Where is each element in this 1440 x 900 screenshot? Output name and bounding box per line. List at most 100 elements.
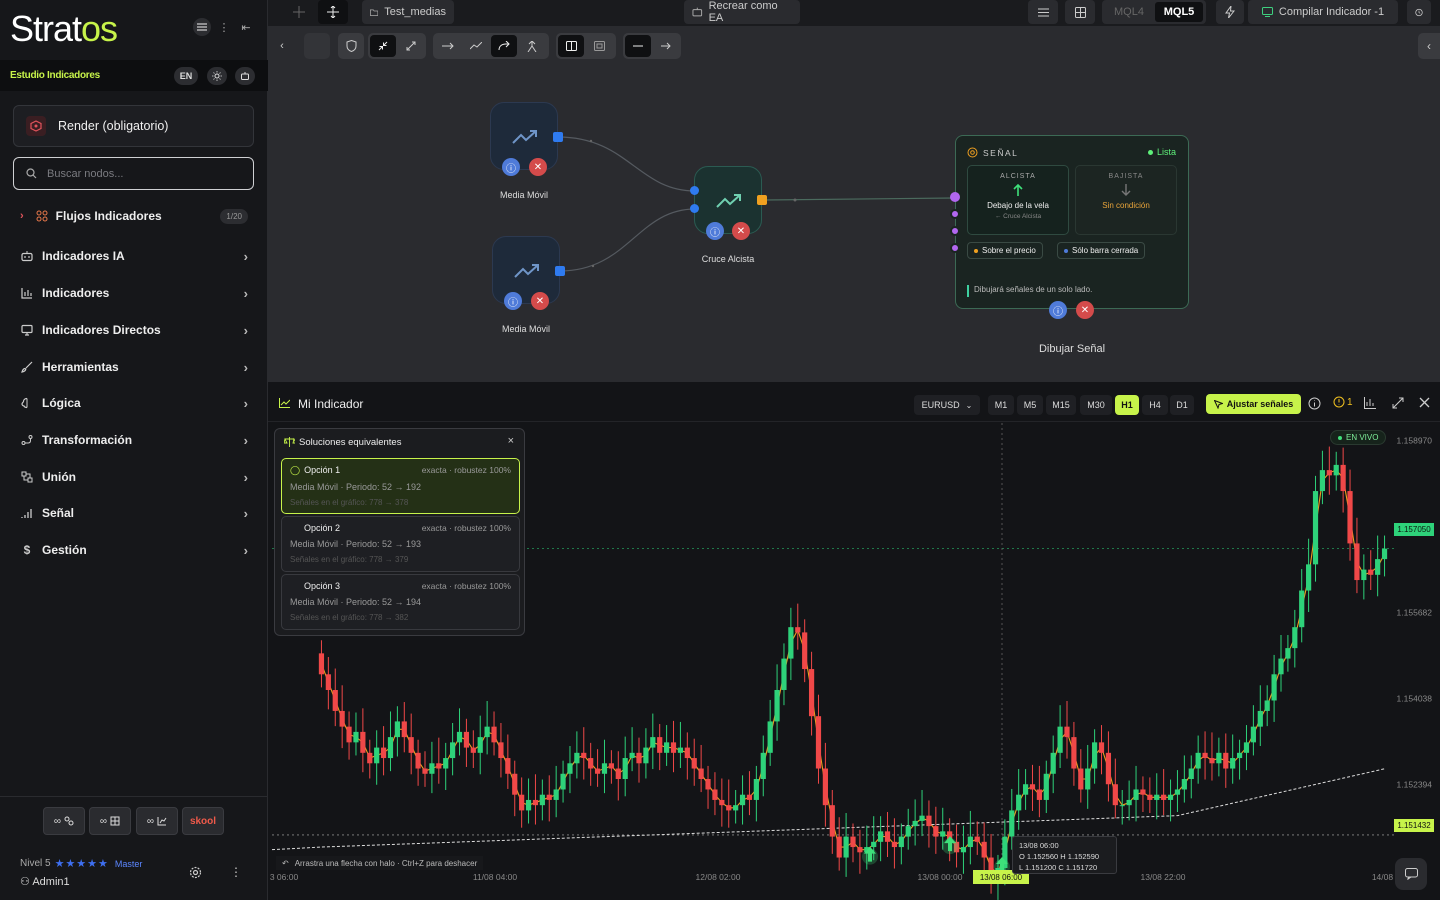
flash-button[interactable]	[1216, 0, 1244, 24]
option-3[interactable]: Opción 3 exacta · robustez 100% Media Móv…	[281, 574, 520, 630]
history-icon	[1415, 8, 1423, 16]
info-icon[interactable]	[1308, 397, 1322, 411]
candle-body	[512, 773, 518, 795]
recreate-ea-button[interactable]: Recrear como EA	[684, 0, 800, 24]
history-button[interactable]	[1407, 0, 1431, 24]
tf-m15[interactable]: M15	[1046, 395, 1076, 415]
candle-body	[664, 742, 670, 753]
indicator-chart-icon[interactable]	[1364, 397, 1376, 409]
search-box[interactable]	[13, 157, 254, 190]
info-icon[interactable]: ⓘ	[502, 158, 520, 176]
more-vertical-icon[interactable]: ⋮	[215, 18, 233, 36]
node-senal[interactable]: SEÑAL Lista ALCISTA Debajo de la vela ← …	[955, 135, 1189, 309]
symbol-select[interactable]: EURUSD ⌄	[914, 395, 980, 415]
mql5-tab[interactable]: MQL5	[1155, 2, 1203, 22]
candle-body	[1119, 805, 1125, 807]
tf-h1[interactable]: H1	[1115, 395, 1139, 415]
project-tab[interactable]: Test_medias	[362, 0, 454, 24]
close-icon[interactable]: ✕	[732, 222, 750, 240]
mql4-tab[interactable]: MQL4	[1105, 2, 1153, 22]
info-icon[interactable]: ⓘ	[504, 292, 522, 310]
sidebar-item-transformacion[interactable]: Transformación ›	[20, 428, 248, 452]
candle-body	[463, 731, 470, 748]
candle-body	[380, 747, 387, 759]
candle-body	[891, 841, 898, 848]
theme-toggle[interactable]	[207, 67, 227, 85]
sidebar-item-union[interactable]: Unión ›	[20, 465, 248, 489]
sidebar-item-indicadores[interactable]: Indicadores ›	[20, 281, 248, 305]
search-input[interactable]	[47, 167, 227, 180]
candle-body	[360, 731, 366, 753]
tag-above-price[interactable]: Sobre el precio	[967, 242, 1043, 259]
target-icon	[967, 147, 978, 158]
option-1[interactable]: ◯ Opción 1 exacta · robustez 100% Media Mó…	[281, 458, 520, 514]
chat-button[interactable]	[1395, 858, 1427, 890]
tf-h4[interactable]: H4	[1142, 395, 1168, 415]
candle-body	[601, 763, 608, 774]
skool-button[interactable]: skool	[182, 807, 224, 835]
option-2[interactable]: Opción 2 exacta · robustez 100% Media Móv…	[281, 516, 520, 572]
robot-button[interactable]	[235, 67, 255, 85]
candle-body	[1257, 710, 1263, 727]
close-icon[interactable]: ✕	[529, 158, 547, 176]
sidebar-item-indicadores-directos[interactable]: Indicadores Directos ›	[20, 318, 248, 342]
info-icon[interactable]: ⓘ	[1049, 301, 1067, 319]
candle-body	[726, 805, 732, 811]
tag-closed-bar[interactable]: Sólo barra cerrada	[1057, 242, 1146, 259]
candle-body	[325, 674, 331, 690]
candle-body	[733, 805, 739, 811]
tf-m30[interactable]: M30	[1080, 395, 1112, 415]
link-grid-button[interactable]: ∞	[89, 807, 131, 835]
info-icon[interactable]: ⓘ	[706, 222, 724, 240]
tf-m1[interactable]: M1	[988, 395, 1014, 415]
close-icon[interactable]: ✕	[531, 292, 549, 310]
tf-m5[interactable]: M5	[1017, 395, 1043, 415]
link-chart-button[interactable]: ∞	[136, 807, 178, 835]
flows-item[interactable]: › Flujos Indicadores 1/20	[20, 206, 248, 226]
more-vertical-icon[interactable]: ⋮	[222, 858, 250, 886]
input-port[interactable]	[950, 192, 960, 202]
input-port[interactable]	[690, 204, 699, 213]
candle-body	[429, 763, 435, 774]
input-port[interactable]	[950, 226, 960, 236]
sidebar-item-logica[interactable]: Lógica ›	[20, 391, 248, 415]
node-cruce-alcista[interactable]	[694, 166, 762, 234]
adjust-signals-button[interactable]: Ajustar señales	[1206, 394, 1301, 414]
move-tool[interactable]	[318, 0, 348, 24]
settings-button[interactable]	[181, 858, 209, 886]
fullscreen-icon[interactable]	[1392, 397, 1404, 409]
robot-icon	[692, 7, 703, 17]
node-media-movil-1[interactable]	[490, 102, 558, 170]
language-button[interactable]: EN	[174, 67, 198, 85]
tf-d1[interactable]: D1	[1170, 395, 1194, 415]
logo: Stratos	[10, 8, 118, 49]
input-port[interactable]	[690, 186, 699, 195]
menu-icon[interactable]	[193, 18, 211, 36]
sidebar-item-senal[interactable]: Señal ›	[20, 501, 248, 525]
close-icon[interactable]: ✕	[1076, 301, 1094, 319]
calculator-button[interactable]	[1065, 0, 1095, 24]
input-port[interactable]	[950, 209, 960, 219]
candle-body	[622, 758, 628, 779]
render-button[interactable]: Render (obligatorio)	[13, 105, 254, 147]
link-flows-button[interactable]: ∞	[43, 807, 85, 835]
pan-tool[interactable]	[284, 0, 314, 24]
compile-button[interactable]: Compilar Indicador -1	[1248, 0, 1398, 24]
output-port[interactable]	[757, 195, 767, 205]
close-icon[interactable]: ×	[508, 435, 514, 447]
list-button[interactable]	[1028, 0, 1058, 24]
signal-title: SEÑAL	[983, 148, 1019, 158]
collapse-sidebar-icon[interactable]: ⇤	[237, 18, 255, 36]
warning-badge[interactable]: 1	[1333, 396, 1353, 408]
bear-box[interactable]: BAJISTA Sin condición	[1075, 165, 1177, 235]
sidebar-item-gestion[interactable]: $ Gestión ›	[20, 538, 248, 562]
output-port[interactable]	[553, 132, 563, 142]
candle-body	[670, 742, 677, 753]
close-icon[interactable]	[1419, 397, 1430, 408]
bull-box[interactable]: ALCISTA Debajo de la vela ← Cruce Alcist…	[967, 165, 1069, 235]
input-port[interactable]	[950, 243, 960, 253]
node-media-movil-2[interactable]	[492, 236, 560, 304]
output-port[interactable]	[555, 266, 565, 276]
sidebar-item-indicadores-ia[interactable]: Indicadores IA ›	[20, 244, 248, 268]
sidebar-item-herramientas[interactable]: Herramientas ›	[20, 355, 248, 379]
